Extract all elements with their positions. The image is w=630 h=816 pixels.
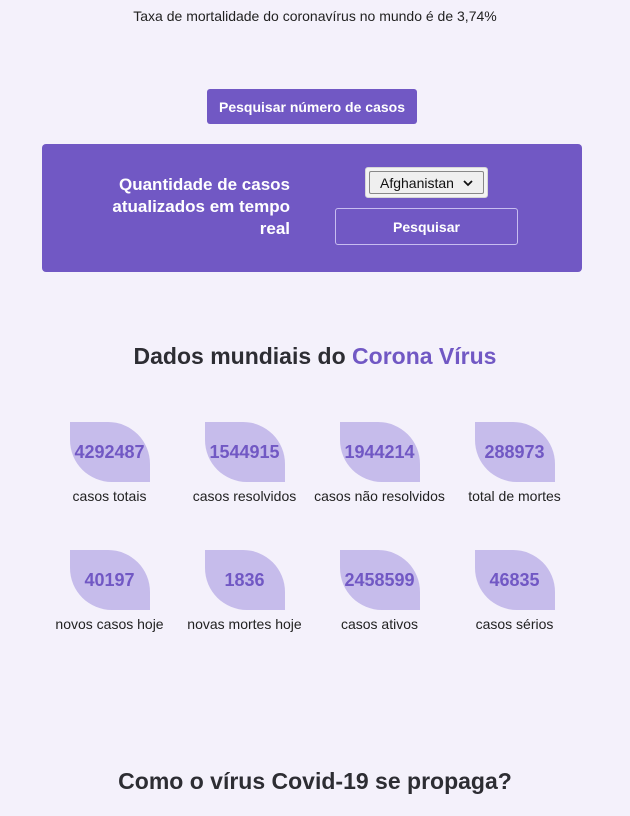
world-data-title: Dados mundiais do Corona Vírus	[0, 343, 630, 370]
stat-value: 288973	[474, 422, 555, 482]
country-select-value: Afghanistan	[380, 174, 454, 191]
country-select-box[interactable]: Afghanistan	[369, 171, 484, 194]
stat-label: casos sérios	[475, 616, 554, 632]
stat-total-deaths: 288973 total de mortes	[447, 422, 582, 504]
world-title-prefix: Dados mundiais do	[133, 343, 353, 369]
mortality-rate-text: Taxa de mortalidade do coronavírus no mu…	[133, 8, 497, 24]
world-title-accent: Corona Vírus	[352, 343, 497, 369]
stat-label: novos casos hoje	[55, 616, 164, 632]
stat-value: 40197	[69, 550, 150, 610]
stat-label: casos totais	[72, 488, 147, 504]
spread-section-title: Como o vírus Covid-19 se propaga?	[118, 768, 512, 794]
stat-new-deaths-today: 1836 novas mortes hoje	[177, 550, 312, 632]
country-select[interactable]: Afghanistan	[365, 167, 488, 198]
stat-value: 2458599	[339, 550, 420, 610]
stat-label: total de mortes	[468, 488, 561, 504]
search-cases-button[interactable]: Pesquisar número de casos	[207, 89, 417, 124]
panel-label: Quantidade de casos atualizados em tempo…	[112, 175, 290, 238]
panel-search-button[interactable]: Pesquisar	[335, 208, 518, 245]
stat-new-cases-today: 40197 novos casos hoje	[42, 550, 177, 632]
stat-label: casos ativos	[340, 616, 419, 632]
stat-resolved-cases: 1544915 casos resolvidos	[177, 422, 312, 504]
stat-value: 1544915	[204, 422, 285, 482]
stat-value: 1836	[204, 550, 285, 610]
stat-value: 4292487	[69, 422, 150, 482]
stat-unresolved-cases: 1944214 casos não resolvidos	[312, 422, 447, 504]
chevron-down-icon	[462, 177, 474, 189]
stat-serious-cases: 46835 casos sérios	[447, 550, 582, 632]
stat-total-cases: 4292487 casos totais	[42, 422, 177, 504]
stat-label: casos não resolvidos	[314, 488, 445, 504]
country-search-panel: Quantidade de casos atualizados em tempo…	[42, 144, 582, 272]
stat-label: novas mortes hoje	[187, 616, 302, 632]
stat-label: casos resolvidos	[192, 488, 297, 504]
stat-value: 46835	[474, 550, 555, 610]
stat-active-cases: 2458599 casos ativos	[312, 550, 447, 632]
stat-value: 1944214	[339, 422, 420, 482]
